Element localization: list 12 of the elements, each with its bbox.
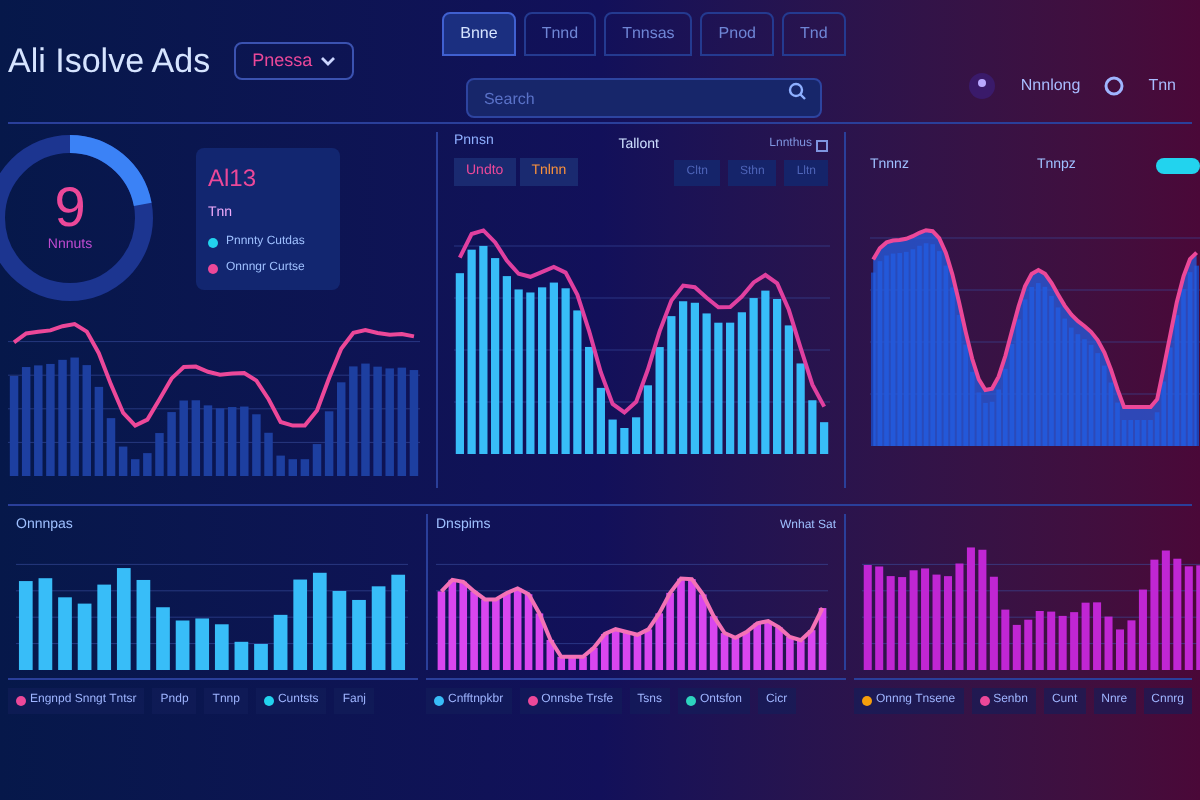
donut-value: 9 — [54, 179, 86, 236]
search-field[interactable]: Search — [465, 78, 822, 118]
header-link[interactable]: Tnn — [1148, 73, 1176, 97]
tab[interactable]: Tnd — [781, 11, 846, 55]
dropdown[interactable]: Pnessa — [234, 41, 355, 81]
tab[interactable]: Bnne — [442, 11, 516, 55]
card-title: Al13 — [208, 162, 259, 196]
header-link[interactable]: Nnnlong — [1020, 73, 1081, 97]
tab[interactable]: Pnod — [700, 11, 774, 55]
app-title: Ali Isolve Ads — [8, 39, 211, 84]
tab[interactable]: Tnnd — [523, 11, 597, 55]
tab[interactable]: Tnnsas — [604, 11, 693, 55]
